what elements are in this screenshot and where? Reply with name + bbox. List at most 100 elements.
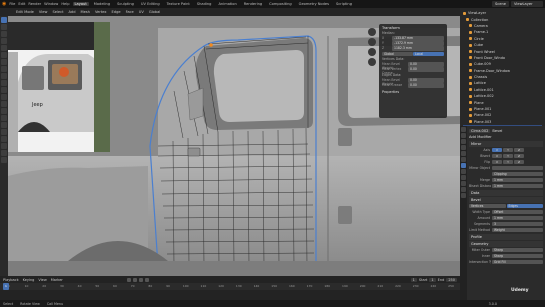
inset-tool-icon[interactable] — [1, 87, 7, 93]
width-type-select[interactable]: Offset — [492, 209, 543, 215]
scene-selector[interactable]: Scene — [492, 1, 509, 7]
menu-window[interactable]: Window — [44, 2, 58, 6]
inner-select[interactable]: Sharp — [492, 253, 543, 259]
bisect-x-toggle[interactable]: X — [492, 153, 502, 159]
data-section[interactable]: Data — [469, 190, 543, 196]
bisect-y-toggle[interactable]: Y — [503, 153, 513, 159]
median-z-field[interactable]: 1182.3 mm — [392, 46, 444, 51]
edge-slide-tool-icon[interactable] — [1, 136, 7, 142]
end-frame-field[interactable]: 250 — [446, 277, 457, 282]
mean-crease-field[interactable]: 0.00 — [408, 83, 444, 88]
scale-tool-icon[interactable] — [1, 45, 7, 51]
tab-sculpting[interactable]: Sculpting — [115, 2, 136, 6]
world-tab-icon[interactable] — [461, 151, 466, 156]
data-tab-icon[interactable] — [461, 187, 466, 192]
play-icon[interactable] — [138, 277, 143, 282]
menu-face[interactable]: Face — [126, 10, 134, 14]
data-section-label[interactable]: Data — [471, 190, 479, 196]
menu-help[interactable]: Help — [61, 2, 69, 6]
view-layer-selector[interactable]: ViewLayer — [511, 1, 543, 7]
tool-tab-icon[interactable] — [461, 127, 466, 132]
segments-field[interactable]: 3 — [492, 221, 543, 227]
properties-section[interactable]: Properties — [382, 90, 444, 94]
cursor-tool-icon[interactable] — [1, 24, 7, 30]
current-frame-field[interactable]: 1 — [410, 277, 417, 282]
playhead[interactable]: 1 — [3, 283, 9, 290]
menu-mesh[interactable]: Mesh — [81, 10, 90, 14]
clipping-checkbox[interactable]: Clipping — [492, 171, 543, 177]
median-x-field[interactable]: -133.87 mm — [392, 36, 444, 41]
miter-outer-select[interactable]: Sharp — [492, 247, 543, 253]
mirror-axis-z-toggle[interactable]: Z — [514, 147, 524, 153]
menu-edge[interactable]: Edge — [112, 10, 121, 14]
knife-tool-icon[interactable] — [1, 108, 7, 114]
menu-render[interactable]: Render — [28, 2, 41, 6]
affect-vertices-button[interactable]: Vertices — [469, 203, 506, 209]
tab-layout[interactable]: Layout — [72, 2, 89, 6]
material-tab-icon[interactable] — [461, 193, 466, 198]
median-y-field[interactable]: -1372.9 mm — [392, 41, 444, 46]
limit-method-select[interactable]: Weight — [492, 227, 543, 233]
jump-start-icon[interactable] — [126, 277, 131, 282]
move-tool-icon[interactable] — [1, 31, 7, 37]
zoom-icon[interactable] — [368, 28, 376, 36]
menu-add[interactable]: Add — [69, 10, 76, 14]
tab-rendering[interactable]: Rendering — [242, 2, 264, 6]
add-cube-tool-icon[interactable] — [1, 73, 7, 79]
spin-tool-icon[interactable] — [1, 122, 7, 128]
bevel-tool-icon[interactable] — [1, 94, 7, 100]
bisect-z-toggle[interactable]: Z — [514, 153, 524, 159]
menu-select[interactable]: Select — [52, 10, 63, 14]
annotate-tool-icon[interactable] — [1, 59, 7, 65]
smooth-tool-icon[interactable] — [1, 129, 7, 135]
output-tab-icon[interactable] — [461, 139, 466, 144]
timeline-ruler[interactable]: 1 01020304050607080901001101201301401501… — [0, 283, 460, 290]
merge-field[interactable]: 1 mm — [492, 177, 543, 183]
mode-selector[interactable]: Edit Mode — [16, 10, 34, 14]
add-modifier-button[interactable]: Add Modifier — [469, 134, 543, 140]
camera-view-icon[interactable] — [368, 48, 376, 56]
shear-tool-icon[interactable] — [1, 150, 7, 156]
profile-label[interactable]: Profile — [471, 234, 482, 240]
poly-build-tool-icon[interactable] — [1, 115, 7, 121]
orientation-selector[interactable]: Global — [149, 10, 160, 14]
tab-compositing[interactable]: Compositing — [267, 2, 294, 6]
flip-y-toggle[interactable]: Y — [503, 159, 513, 165]
extrude-tool-icon[interactable] — [1, 80, 7, 86]
bevel-modifier-name[interactable]: Bevel — [471, 197, 481, 203]
tab-animation[interactable]: Animation — [216, 2, 238, 6]
marker-menu[interactable]: Marker — [51, 278, 63, 282]
shrink-fatten-tool-icon[interactable] — [1, 143, 7, 149]
rip-tool-icon[interactable] — [1, 157, 7, 163]
mirror-object-field[interactable] — [492, 165, 543, 171]
menu-edit[interactable]: Edit — [18, 2, 25, 6]
menu-file[interactable]: File — [9, 2, 15, 6]
tab-geometry-nodes[interactable]: Geometry Nodes — [297, 2, 331, 6]
modifier-wrench-icon[interactable] — [461, 163, 466, 168]
space-global-button[interactable]: Global — [382, 51, 413, 57]
scene-tab-icon[interactable] — [461, 145, 466, 150]
playback-menu[interactable]: Playback — [3, 278, 19, 282]
amount-field[interactable]: 1 mm — [492, 215, 543, 221]
geometry-label[interactable]: Geometry — [471, 241, 488, 247]
tab-texture-paint[interactable]: Texture Paint — [165, 2, 192, 6]
start-frame-field[interactable]: 1 — [429, 277, 436, 282]
space-local-button[interactable]: Local — [413, 51, 444, 57]
keying-menu[interactable]: Keying — [23, 278, 35, 282]
mirror-modifier-name[interactable]: Mirror — [471, 141, 481, 147]
perspective-toggle-icon[interactable] — [368, 58, 376, 66]
render-tab-icon[interactable] — [461, 133, 466, 138]
tab-uv-editing[interactable]: UV Editing — [139, 2, 162, 6]
play-reverse-icon[interactable] — [132, 277, 137, 282]
tab-scripting[interactable]: Scripting — [334, 2, 354, 6]
object-name-field[interactable]: Cirna.002 — [469, 129, 491, 133]
menu-view[interactable]: View — [39, 10, 48, 14]
tab-shading[interactable]: Shading — [195, 2, 214, 6]
mean-bevel-weight-field[interactable]: 0.00 — [408, 62, 444, 67]
particles-tab-icon[interactable] — [461, 169, 466, 174]
affect-edges-button[interactable]: Edges — [506, 203, 543, 209]
mirror-axis-y-toggle[interactable]: Y — [503, 147, 513, 153]
mirror-axis-x-toggle[interactable]: X — [492, 147, 502, 153]
flip-x-toggle[interactable]: X — [492, 159, 502, 165]
physics-tab-icon[interactable] — [461, 175, 466, 180]
